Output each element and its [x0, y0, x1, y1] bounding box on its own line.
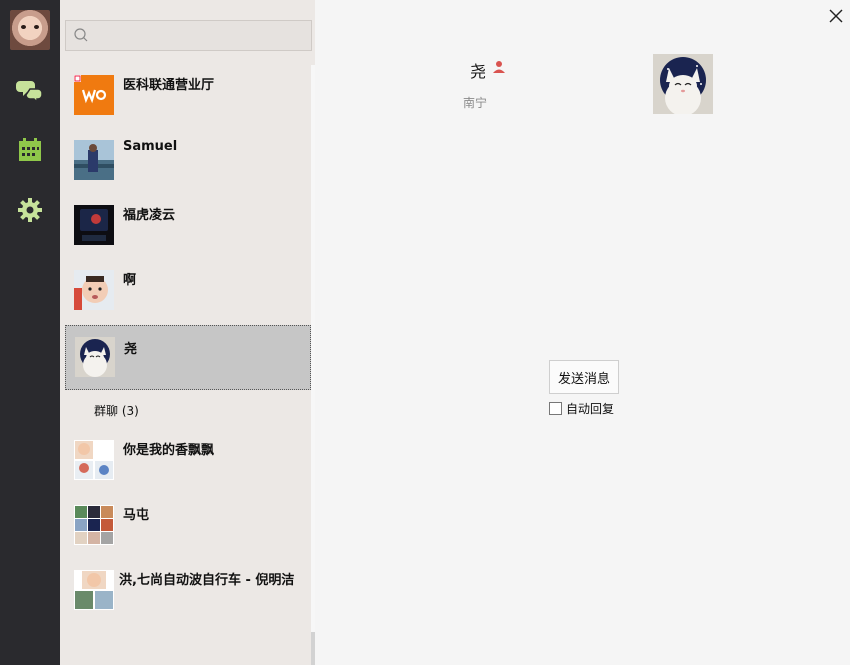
- contact-avatar: [75, 337, 115, 377]
- search-icon: [74, 28, 88, 42]
- group-section-label: 群聊: [94, 404, 119, 418]
- group-avatar: [74, 570, 114, 610]
- conversation-name: 福虎凌云: [123, 208, 176, 223]
- conversation-item[interactable]: 啊: [65, 260, 311, 325]
- profile-name: 尧: [470, 62, 487, 81]
- search-box[interactable]: [65, 20, 312, 51]
- group-name: 马屯: [123, 508, 150, 523]
- gender-icon: [493, 61, 505, 73]
- contact-avatar: [74, 205, 114, 245]
- send-message-button[interactable]: 发送消息: [549, 360, 619, 394]
- my-avatar[interactable]: [10, 10, 50, 50]
- group-name: 洪,七尚自动波自行车 - 倪明洁: [119, 573, 295, 588]
- conversation-item-selected[interactable]: 尧: [65, 325, 311, 390]
- group-avatar: [74, 505, 114, 545]
- group-name: 你是我的香飘飘: [123, 443, 215, 458]
- conversation-name: 医科联通营业厅: [123, 78, 215, 93]
- app-rail: [0, 0, 60, 665]
- group-avatar: [74, 440, 114, 480]
- profile-avatar[interactable]: [653, 54, 713, 114]
- profile-region: 南宁: [463, 96, 488, 110]
- conversation-item[interactable]: 医科联通营业厅: [65, 65, 311, 130]
- search-input[interactable]: [94, 25, 304, 46]
- group-item[interactable]: 你是我的香飘飘: [65, 430, 311, 495]
- group-section-count: (3): [121, 404, 139, 418]
- conversation-item[interactable]: Samuel: [65, 130, 311, 195]
- auto-reply-checkbox[interactable]: [549, 402, 562, 415]
- auto-reply-toggle[interactable]: 自动回复: [549, 400, 614, 417]
- conversation-item[interactable]: 福虎凌云: [65, 195, 311, 260]
- gear-icon[interactable]: [14, 194, 46, 226]
- calendar-icon[interactable]: [14, 134, 46, 166]
- contact-avatar: [74, 270, 114, 310]
- group-item[interactable]: 洪,七尚自动波自行车 - 倪明洁: [65, 560, 311, 625]
- close-icon[interactable]: [827, 7, 845, 25]
- conversation-name: 尧: [124, 342, 138, 357]
- contact-avatar: [74, 75, 114, 115]
- conversation-name: Samuel: [123, 139, 178, 154]
- contact-avatar: [74, 140, 114, 180]
- conversation-list: 医科联通营业厅 Samuel 福虎凌云 啊 尧 群聊 (3) 你是我的香飘飘 马…: [60, 0, 315, 665]
- auto-reply-label: 自动回复: [566, 402, 615, 416]
- contact-detail-pane: 尧 南宁 发送消息 自动回复: [315, 0, 850, 665]
- chat-bubbles-icon[interactable]: [14, 74, 46, 106]
- group-item[interactable]: 马屯: [65, 495, 311, 560]
- group-section-header: 群聊 (3): [94, 402, 139, 419]
- conversation-name: 啊: [123, 273, 137, 288]
